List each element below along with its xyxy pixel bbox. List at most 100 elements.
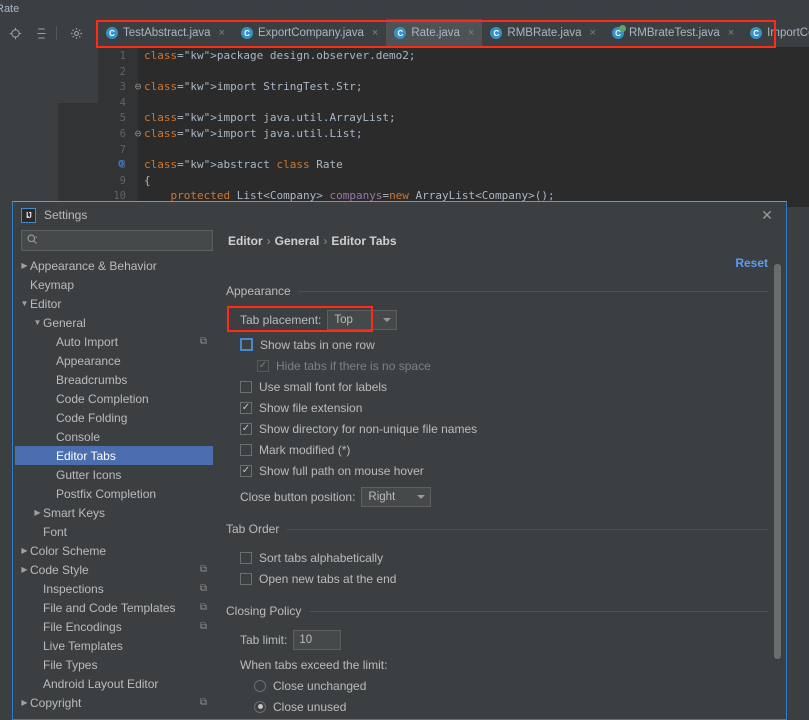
sidebar-item-file-types[interactable]: File Types — [15, 655, 213, 674]
sidebar-item-code-style[interactable]: ▶ Code Style ⧉ — [15, 560, 213, 579]
breadcrumb-item-2[interactable]: Editor Tabs — [331, 234, 396, 248]
panel-scrollbar-thumb[interactable] — [774, 264, 781, 659]
settings-detail-panel: Editor › General › Editor Tabs Reset Appeara… — [214, 228, 786, 719]
show-file-extension-checkbox[interactable] — [240, 401, 252, 414]
sidebar-item-font[interactable]: Font — [15, 522, 213, 541]
code-editor[interactable]: 1 class="kw">package design.observer.demo… — [98, 47, 809, 207]
tab-placement-value: Top — [334, 313, 353, 326]
group-rule — [287, 528, 768, 530]
sidebar-item-code-completion[interactable]: Code Completion — [15, 389, 213, 408]
close-button-position-select[interactable]: Right — [361, 486, 432, 507]
editor-tab-label: RMBrateTest.java — [628, 27, 720, 39]
sidebar-item-code-folding[interactable]: Code Folding — [15, 408, 213, 427]
sidebar-item-appearance[interactable]: Appearance — [15, 351, 213, 370]
group-header-tab-order: Tab Order — [226, 522, 768, 536]
tab-close-icon[interactable]: × — [728, 27, 734, 39]
editor-tab-0[interactable]: C TestAbstract.java × — [98, 19, 234, 47]
chevron-right-icon[interactable]: ▶ — [32, 508, 43, 517]
sidebar-item-label: Gutter Icons — [56, 467, 122, 482]
open-new-tabs-at-end-checkbox[interactable] — [240, 572, 252, 585]
settings-dialog[interactable]: IJ Settings ✕ ▶ Appearance & Behavior Keym… — [12, 201, 787, 720]
locate-icon[interactable] — [4, 22, 26, 44]
chevron-down-icon[interactable]: ▼ — [32, 318, 43, 327]
settings-search-input[interactable] — [21, 230, 213, 251]
sidebar-item-android-layout-editor[interactable]: Android Layout Editor — [15, 674, 213, 693]
tab-close-icon[interactable]: × — [590, 27, 596, 39]
sidebar-item-general[interactable]: ▼ General — [15, 313, 213, 332]
show-full-path-row[interactable]: Show full path on mouse hover — [226, 461, 768, 480]
mark-modified-checkbox[interactable] — [240, 443, 252, 456]
chevron-right-icon[interactable]: ▶ — [19, 261, 30, 270]
open-new-tabs-at-end-row[interactable]: Open new tabs at the end — [226, 569, 768, 588]
sidebar-item-editor[interactable]: ▼ Editor — [15, 294, 213, 313]
breadcrumb-item-0[interactable]: Editor — [228, 234, 263, 248]
sidebar-item-auto-import[interactable]: Auto Import ⧉ — [15, 332, 213, 351]
sort-tabs-alphabetically-row[interactable]: Sort tabs alphabetically — [226, 548, 768, 567]
editor-tabs-strip[interactable]: C TestAbstract.java × C ExportCompany.java × C… — [98, 19, 809, 47]
editor-tab-2[interactable]: C Rate.java × — [386, 19, 483, 47]
group-label-appearance: Appearance — [226, 284, 291, 298]
close-unchanged-row[interactable]: Close unchanged — [226, 676, 768, 695]
tab-placement-select[interactable]: Top — [327, 309, 398, 330]
tab-close-icon[interactable]: × — [372, 27, 378, 39]
show-directory-checkbox[interactable] — [240, 422, 252, 435]
gutter-implementation-icon[interactable]: O — [118, 157, 124, 173]
sidebar-item-live-templates[interactable]: Live Templates — [15, 636, 213, 655]
chevron-right-icon[interactable]: ▶ — [19, 698, 30, 707]
tab-placement-row: Tab placement: Top — [226, 309, 768, 330]
sidebar-item-breadcrumbs[interactable]: Breadcrumbs — [15, 370, 213, 389]
sidebar-item-gutter-icons[interactable]: Gutter Icons — [15, 465, 213, 484]
close-unused-row[interactable]: Close unused — [226, 697, 768, 716]
show-full-path-checkbox[interactable] — [240, 464, 252, 477]
chevron-down-icon — [417, 494, 426, 499]
breadcrumb-separator: › — [323, 234, 328, 248]
fold-marker-icon[interactable]: ⊖ — [132, 126, 144, 142]
use-small-font-label: Use small font for labels — [259, 379, 388, 394]
show-file-extension-row[interactable]: Show file extension — [226, 398, 768, 417]
sort-tabs-alphabetically-checkbox[interactable] — [240, 551, 252, 564]
group-label-tab-order: Tab Order — [226, 522, 280, 536]
sidebar-item-console[interactable]: Console — [15, 427, 213, 446]
chevron-down-icon[interactable]: ▼ — [19, 299, 30, 308]
sidebar-item-inspections[interactable]: Inspections ⧉ — [15, 579, 213, 598]
show-tabs-one-row-checkbox[interactable] — [240, 338, 253, 351]
editor-tab-5[interactable]: CImportCompany.java× — [742, 19, 809, 47]
editor-tab-1[interactable]: C ExportCompany.java × — [233, 19, 387, 47]
hide-tabs-no-space-row[interactable]: Hide tabs if there is no space — [226, 356, 768, 375]
close-unused-radio[interactable] — [254, 700, 266, 713]
breadcrumb-item-1[interactable]: General — [275, 234, 320, 248]
sidebar-item-file-encodings[interactable]: File Encodings ⧉ — [15, 617, 213, 636]
editor-tab-3[interactable]: C RMBRate.java × — [482, 19, 604, 47]
mark-modified-row[interactable]: Mark modified (*) — [226, 440, 768, 459]
sidebar-item-label: Code Completion — [56, 391, 149, 406]
line-number: 4 — [119, 96, 126, 109]
sidebar-item-keymap[interactable]: Keymap — [15, 275, 213, 294]
use-small-font-row[interactable]: Use small font for labels — [226, 377, 768, 396]
collapse-all-icon[interactable] — [30, 22, 52, 44]
sidebar-item-copyright[interactable]: ▶ Copyright ⧉ — [15, 693, 213, 712]
sidebar-item-appearance-behavior[interactable]: ▶ Appearance & Behavior — [15, 256, 213, 275]
settings-gear-icon[interactable] — [65, 22, 87, 44]
chevron-right-icon[interactable]: ▶ — [19, 546, 30, 555]
show-directory-row[interactable]: Show directory for non-unique file names — [226, 419, 768, 438]
sidebar-item-smart-keys[interactable]: ▶ Smart Keys — [15, 503, 213, 522]
settings-category-tree[interactable]: ▶ Appearance & Behavior Keymap ▼ Editor ▼ Gene… — [15, 256, 213, 719]
show-tabs-one-row-row[interactable]: Show tabs in one row — [226, 335, 768, 354]
close-icon[interactable]: ✕ — [758, 206, 776, 224]
chevron-down-icon — [383, 317, 392, 322]
sidebar-item-color-scheme[interactable]: ▶ Color Scheme — [15, 541, 213, 560]
editor-tab-4[interactable]: C RMBrateTest.java × — [603, 19, 743, 47]
fold-marker-icon[interactable]: ⊖ — [132, 79, 144, 95]
hide-tabs-no-space-checkbox[interactable] — [257, 359, 269, 372]
tab-limit-input[interactable] — [293, 629, 342, 650]
reset-button[interactable]: Reset — [735, 256, 768, 270]
sidebar-item-postfix-completion[interactable]: Postfix Completion — [15, 484, 213, 503]
chevron-right-icon[interactable]: ▶ — [19, 565, 30, 574]
sidebar-item-label: Console — [56, 429, 101, 444]
tab-close-icon[interactable]: × — [468, 27, 474, 39]
sidebar-item-file-and-code-templates[interactable]: File and Code Templates ⧉ — [15, 598, 213, 617]
tab-close-icon[interactable]: × — [219, 27, 225, 39]
use-small-font-checkbox[interactable] — [240, 380, 252, 393]
sidebar-item-editor-tabs[interactable]: Editor Tabs — [15, 446, 213, 465]
close-unchanged-radio[interactable] — [254, 679, 266, 692]
